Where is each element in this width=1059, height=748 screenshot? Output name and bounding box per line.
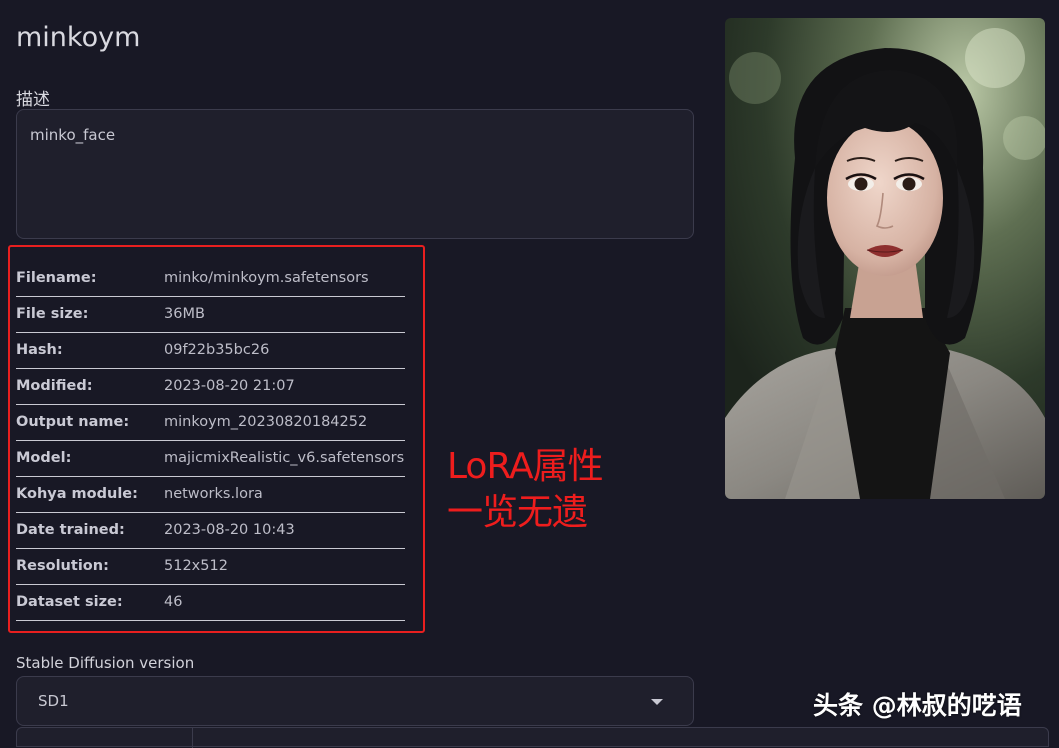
metadata-table: Filename: minko/minkoym.safetensors File…	[16, 260, 405, 621]
metadata-key: Output name:	[16, 414, 130, 430]
metadata-value: 2023-08-20 10:43	[164, 522, 295, 538]
metadata-key: Model:	[16, 450, 72, 466]
metadata-row-model: Model: majicmixRealistic_v6.safetensors	[16, 440, 405, 476]
metadata-key: Hash:	[16, 342, 63, 358]
description-textarea[interactable]: minko_face	[16, 109, 694, 239]
metadata-value: networks.lora	[164, 486, 263, 502]
metadata-value: 2023-08-20 21:07	[164, 378, 295, 394]
annotation-line-2: 一览无遗	[447, 492, 588, 533]
metadata-key: Filename:	[16, 269, 97, 286]
metadata-row-file-size: File size: 36MB	[16, 296, 405, 332]
metadata-value: 09f22b35bc26	[164, 342, 270, 358]
metadata-key: Resolution:	[16, 558, 109, 574]
metadata-row-output-name: Output name: minkoym_20230820184252	[16, 404, 405, 440]
metadata-value: minkoym_20230820184252	[164, 414, 368, 430]
metadata-key: Modified:	[16, 378, 93, 394]
metadata-key: Dataset size:	[16, 594, 123, 610]
metadata-value: majicmixRealistic_v6.safetensors	[164, 450, 405, 466]
metadata-row-modified: Modified: 2023-08-20 21:07	[16, 368, 405, 404]
field-divider	[192, 728, 193, 748]
metadata-row-kohya-module: Kohya module: networks.lora	[16, 476, 405, 512]
metadata-key: Kohya module:	[16, 486, 138, 502]
metadata-value: 36MB	[164, 306, 205, 322]
metadata-value: minko/minkoym.safetensors	[164, 269, 369, 286]
sd-version-select[interactable]: SD1	[16, 676, 694, 726]
metadata-row-date-trained: Date trained: 2023-08-20 10:43	[16, 512, 405, 548]
sd-version-label: Stable Diffusion version	[16, 654, 195, 672]
sd-version-value: SD1	[38, 692, 69, 710]
metadata-row-filename: Filename: minko/minkoym.safetensors	[16, 260, 405, 296]
annotation-line-1: LoRA属性	[447, 446, 604, 487]
preview-image[interactable]	[725, 18, 1045, 499]
metadata-value: 512x512	[164, 558, 228, 574]
annotation-text: LoRA属性 一览无遗	[447, 444, 604, 536]
chevron-down-icon[interactable]	[651, 699, 663, 705]
metadata-value: 46	[164, 594, 183, 610]
metadata-row-resolution: Resolution: 512x512	[16, 548, 405, 584]
portrait-photo	[725, 18, 1045, 499]
next-field-partial	[16, 727, 1049, 748]
page-title: minkoym	[16, 22, 141, 53]
metadata-key: Date trained:	[16, 522, 125, 538]
metadata-row-hash: Hash: 09f22b35bc26	[16, 332, 405, 368]
watermark: 头条 @林叔的呓语	[813, 691, 1022, 720]
description-label: 描述	[16, 90, 50, 110]
metadata-key: File size:	[16, 306, 89, 322]
metadata-row-dataset-size: Dataset size: 46	[16, 584, 405, 620]
